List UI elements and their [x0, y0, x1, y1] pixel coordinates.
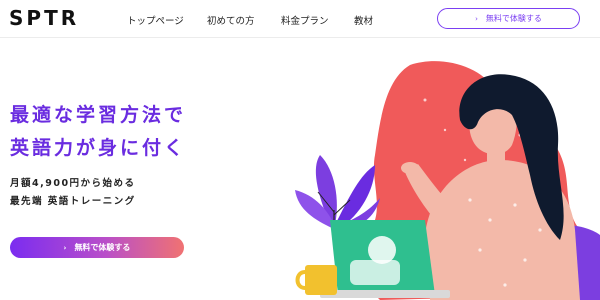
- hero-subtitle-line-2: 最先端 英語トレーニング: [10, 196, 136, 207]
- hero-subtitle-line-1: 月額4,900円から始める: [10, 178, 136, 189]
- free-trial-button-label: 無料で体験する: [485, 14, 542, 23]
- free-trial-button-hero[interactable]: › 無料で体験する: [10, 237, 184, 258]
- plant-icon: [295, 155, 380, 230]
- arrow-right-icon: ›: [475, 14, 478, 23]
- nav-item-beginners[interactable]: 初めての方: [207, 13, 255, 27]
- hero-title-line-2: 英語力が身に付く: [10, 137, 187, 159]
- hero-title-line-1: 最適な学習方法で: [10, 104, 187, 126]
- mug-icon: [295, 265, 337, 295]
- free-trial-button-label: 無料で体験する: [74, 243, 131, 252]
- nav-item-top[interactable]: トップページ: [127, 13, 184, 27]
- nav-item-pricing[interactable]: 料金プラン: [281, 13, 329, 27]
- arrow-right-icon: ›: [63, 243, 67, 252]
- woman-with-laptop-illustration: [295, 61, 600, 300]
- hand-shape: [401, 162, 419, 174]
- nav-item-materials[interactable]: 教材: [354, 13, 373, 27]
- free-trial-button-header[interactable]: › 無料で体験する: [437, 8, 580, 29]
- logo[interactable]: SPTR: [9, 6, 79, 30]
- site-header: SPTR トップページ 初めての方 料金プラン 教材 › 無料で体験する: [0, 0, 600, 38]
